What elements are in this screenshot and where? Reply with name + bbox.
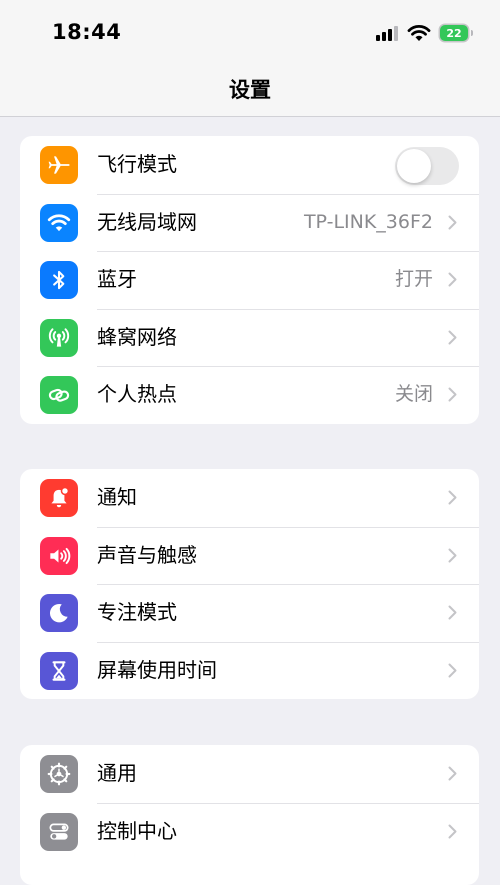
status-time: 18:44	[52, 20, 122, 44]
chevron-right-icon	[448, 387, 457, 402]
chevron-right-icon	[448, 548, 457, 562]
hotspot-chain-icon	[40, 376, 78, 414]
speaker-icon	[40, 536, 78, 575]
personal-hotspot-value: 关闭	[394, 383, 433, 405]
notifications-label: 通知	[97, 485, 137, 509]
bluetooth-status-value: 打开	[394, 268, 433, 290]
chevron-right-icon	[448, 490, 457, 505]
cellular-antenna-icon	[40, 318, 78, 357]
settings-group-connectivity: 飞行模式 无线局域网 TP-LINK_36F2 蓝牙 打开 蜂窝网络 个人热点 …	[20, 136, 479, 424]
settings-row-sounds-haptics[interactable]: 声音与触感	[20, 526, 479, 585]
wifi-network-value: TP-LINK_36F2	[303, 210, 433, 233]
settings-row-personal-hotspot[interactable]: 个人热点 关闭	[20, 366, 479, 424]
settings-row-control-center[interactable]: 控制中心	[20, 802, 479, 861]
wifi-label: 无线局域网	[97, 209, 197, 234]
settings-row-screen-time[interactable]: 屏幕使用时间	[20, 641, 479, 700]
settings-row-airplane-mode[interactable]: 飞行模式	[20, 136, 479, 194]
page-title: 设置	[229, 78, 271, 102]
battery-icon: 22	[440, 25, 473, 41]
focus-label: 专注模式	[97, 600, 177, 624]
chevron-right-icon	[448, 215, 457, 229]
chevron-right-icon	[448, 330, 457, 344]
control-center-label: 控制中心	[97, 818, 177, 843]
moon-icon	[40, 594, 78, 632]
settings-row-bluetooth[interactable]: 蓝牙 打开	[20, 251, 479, 309]
settings-row-wifi[interactable]: 无线局域网 TP-LINK_36F2	[20, 193, 479, 252]
bluetooth-icon	[40, 261, 78, 299]
toggle-knob	[397, 149, 431, 183]
bluetooth-label: 蓝牙	[97, 267, 137, 291]
chevron-right-icon	[448, 824, 457, 838]
settings-row-cellular[interactable]: 蜂窝网络	[20, 308, 479, 367]
airplane-mode-label: 飞行模式	[97, 152, 177, 176]
chevron-right-icon	[448, 766, 457, 781]
gear-icon	[40, 755, 78, 793]
settings-group-notifications: 通知 声音与触感 专注模式 屏幕使用时间	[20, 469, 479, 699]
airplane-icon	[40, 146, 78, 184]
nav-bar: 设置	[0, 64, 500, 117]
settings-row-notifications[interactable]: 通知	[20, 469, 479, 527]
cellular-label: 蜂窝网络	[97, 324, 177, 349]
settings-row-focus[interactable]: 专注模式	[20, 584, 479, 642]
general-label: 通用	[97, 761, 137, 785]
screen-time-label: 屏幕使用时间	[97, 657, 217, 682]
chevron-right-icon	[448, 663, 457, 677]
toggles-icon	[40, 812, 78, 851]
wifi-icon	[40, 203, 78, 242]
sounds-haptics-label: 声音与触感	[97, 542, 197, 567]
hourglass-icon	[40, 651, 78, 690]
battery-level: 22	[446, 26, 462, 40]
status-icons: 22	[376, 22, 473, 44]
wifi-status-icon	[407, 25, 431, 41]
chevron-right-icon	[448, 272, 457, 287]
notification-bell-icon	[40, 479, 78, 517]
settings-row-general[interactable]: 通用	[20, 745, 479, 803]
airplane-mode-toggle[interactable]	[395, 147, 459, 185]
personal-hotspot-label: 个人热点	[97, 382, 177, 406]
chevron-right-icon	[448, 605, 457, 620]
settings-group-general: 通用 控制中心	[20, 745, 479, 885]
cellular-signal-icon	[376, 25, 398, 41]
status-bar: 18:44 22	[0, 0, 500, 64]
